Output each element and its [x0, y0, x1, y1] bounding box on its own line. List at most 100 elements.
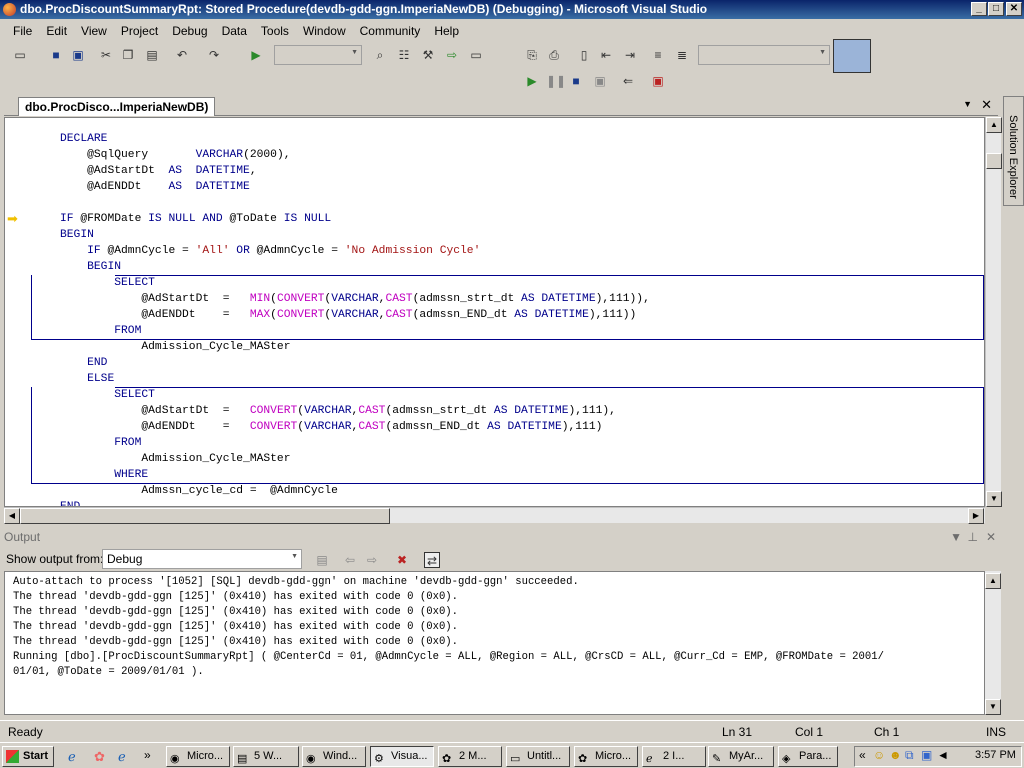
tray-network-icon[interactable]: ⧉	[905, 748, 914, 763]
code-line[interactable]: @AdENDDt = MAX(CONVERT(VARCHAR,CAST(adms…	[60, 307, 636, 323]
code-line[interactable]: SELECT	[60, 275, 155, 291]
quicklaunch-browser-icon[interactable]: ℯ	[118, 749, 126, 765]
code-line[interactable]: DECLARE	[60, 131, 107, 147]
code-line[interactable]: @AdStartDt = MIN(CONVERT(VARCHAR,CAST(ad…	[60, 291, 650, 307]
save-all-icon[interactable]: ▣	[70, 47, 86, 63]
quicklaunch-ie-icon[interactable]: ℯ	[68, 749, 76, 765]
output-scroll-down-icon[interactable]: ▼	[985, 699, 1001, 715]
taskbar-item[interactable]: ◉ Wind...	[302, 746, 366, 767]
menu-file[interactable]: File	[6, 24, 39, 38]
code-line[interactable]: Admssn_cycle_cd = @AdmnCycle	[60, 483, 338, 499]
tray-volume-icon[interactable]: ◄	[937, 748, 949, 762]
code-line[interactable]: Admission_Cycle_MASter	[60, 451, 290, 467]
taskbar-item[interactable]: ℯ 2 I...	[642, 746, 706, 767]
continue-icon[interactable]: ▶	[524, 73, 540, 89]
start-debug-icon[interactable]: ▶	[248, 47, 264, 63]
taskbar-item[interactable]: ✿ 2 M...	[438, 746, 502, 767]
scroll-thumb[interactable]	[986, 153, 1002, 169]
show-output-select[interactable]: Debug	[102, 549, 302, 569]
scroll-down-icon[interactable]: ▼	[986, 491, 1002, 507]
code-line[interactable]: FROM	[60, 323, 141, 339]
menu-debug[interactable]: Debug	[165, 24, 214, 38]
toolbar-icon-c[interactable]: ▯	[576, 47, 592, 63]
breakpoints-icon[interactable]: ▣	[650, 73, 666, 89]
taskbar-item[interactable]: ◉ Micro...	[166, 746, 230, 767]
code-line[interactable]: END	[60, 355, 107, 371]
code-line[interactable]: @AdStartDt AS DATETIME,	[60, 163, 257, 179]
menu-help[interactable]: Help	[427, 24, 466, 38]
menu-project[interactable]: Project	[114, 24, 165, 38]
prev-message-icon[interactable]: ⇦	[342, 552, 358, 568]
code-line[interactable]: @AdENDDt = CONVERT(VARCHAR,CAST(admssn_E…	[60, 419, 602, 435]
menu-edit[interactable]: Edit	[39, 24, 74, 38]
save-icon[interactable]: ■	[48, 47, 64, 63]
taskbar-item[interactable]: ▤ 5 W...	[233, 746, 299, 767]
quicklaunch-more-icon[interactable]: »	[144, 748, 151, 762]
toolbar-icon-a[interactable]: ⎘	[524, 47, 540, 63]
output-pin-icon[interactable]: ⊥	[968, 529, 978, 546]
taskbar-item[interactable]: ✿ Micro...	[574, 746, 638, 767]
taskbar-item[interactable]: ✎ MyAr...	[708, 746, 774, 767]
minimize-button[interactable]: _	[971, 2, 987, 16]
taskbar-item[interactable]: ⚙ Visua...	[370, 746, 434, 767]
object-browser-icon[interactable]: ⇨	[444, 47, 460, 63]
tray-monitor-icon[interactable]: ▣	[921, 748, 932, 762]
decrease-indent-icon[interactable]: ⇤	[598, 47, 614, 63]
increase-indent-icon[interactable]: ⇥	[622, 47, 638, 63]
code-line[interactable]: IF @FROMDate IS NULL AND @ToDate IS NULL	[60, 211, 331, 227]
scroll-up-icon[interactable]: ▲	[986, 117, 1002, 133]
start-button[interactable]: Start	[2, 746, 54, 767]
toolbar-icon-b[interactable]: ⎙	[546, 47, 562, 63]
code-line[interactable]: @SqlQuery VARCHAR(2000),	[60, 147, 290, 163]
find-icon[interactable]: ⌕	[372, 47, 388, 63]
tray-messenger-icon[interactable]: ☺	[873, 748, 885, 762]
paste-icon[interactable]: ▤	[144, 47, 160, 63]
taskbar-item[interactable]: ▭ Untitl...	[506, 746, 570, 767]
goto-location-icon[interactable]: ▤	[314, 552, 330, 568]
redo-icon[interactable]: ↷	[206, 47, 222, 63]
solution-explorer-tab[interactable]: Solution Explorer	[1003, 96, 1024, 206]
document-tab[interactable]: dbo.ProcDisco...ImperiaNewDB)	[18, 97, 216, 116]
clear-all-icon[interactable]: ✖	[394, 552, 410, 568]
code-line[interactable]: BEGIN	[60, 227, 94, 243]
code-line[interactable]: WHERE	[60, 467, 148, 483]
menu-window[interactable]: Window	[296, 24, 353, 38]
stop-debug-icon[interactable]: ■	[568, 73, 584, 89]
comment-icon[interactable]: ≡	[650, 47, 666, 63]
dropdown-highlight-icon[interactable]	[833, 39, 871, 73]
quicklaunch-firefox-icon[interactable]: ✿	[94, 749, 105, 765]
next-message-icon[interactable]: ⇨	[364, 552, 380, 568]
platform-dropdown[interactable]	[698, 45, 830, 65]
menu-view[interactable]: View	[74, 24, 114, 38]
properties-icon[interactable]: ☷	[396, 47, 412, 63]
tray-status-icon[interactable]: ☻	[889, 748, 902, 762]
word-wrap-icon[interactable]: ⇄	[424, 552, 440, 568]
cut-icon[interactable]: ✂	[98, 47, 114, 63]
taskbar-item[interactable]: ◈ Para...	[778, 746, 838, 767]
code-line[interactable]: BEGIN	[60, 259, 121, 275]
editor-vertical-scrollbar[interactable]: ▲ ▼	[985, 117, 1002, 507]
code-editor[interactable]: ➡ DECLARE @SqlQuery VARCHAR(2000), @AdSt…	[4, 117, 985, 507]
output-dropdown-icon[interactable]: ▼	[950, 529, 962, 546]
close-document-icon[interactable]: ✕	[981, 97, 992, 113]
solution-config-dropdown[interactable]	[274, 45, 362, 65]
tray-expand-icon[interactable]: «	[859, 748, 866, 762]
code-line[interactable]: @AdStartDt = CONVERT(VARCHAR,CAST(admssn…	[60, 403, 616, 419]
editor-gutter[interactable]: ➡	[5, 118, 25, 506]
new-project-icon[interactable]: ▭	[12, 47, 28, 63]
output-text[interactable]: Auto-attach to process '[1052] [SQL] dev…	[4, 571, 985, 715]
code-line[interactable]: SELECT	[60, 387, 155, 403]
window-icon[interactable]: ▭	[468, 47, 484, 63]
close-button[interactable]: ✕	[1006, 2, 1022, 16]
output-scroll-up-icon[interactable]: ▲	[985, 573, 1001, 589]
code-line[interactable]: END	[60, 499, 80, 506]
menu-community[interactable]: Community	[353, 24, 428, 38]
show-next-statement-icon[interactable]: ⇐	[620, 73, 636, 89]
editor-horizontal-scrollbar[interactable]: ◀ ▶	[4, 507, 985, 524]
output-close-icon[interactable]: ✕	[986, 529, 996, 546]
hscroll-thumb[interactable]	[20, 508, 390, 524]
code-line[interactable]: FROM	[60, 435, 141, 451]
break-all-icon[interactable]: ❚❚	[546, 73, 566, 89]
menu-tools[interactable]: Tools	[254, 24, 296, 38]
restart-icon[interactable]: ▣	[592, 73, 608, 89]
